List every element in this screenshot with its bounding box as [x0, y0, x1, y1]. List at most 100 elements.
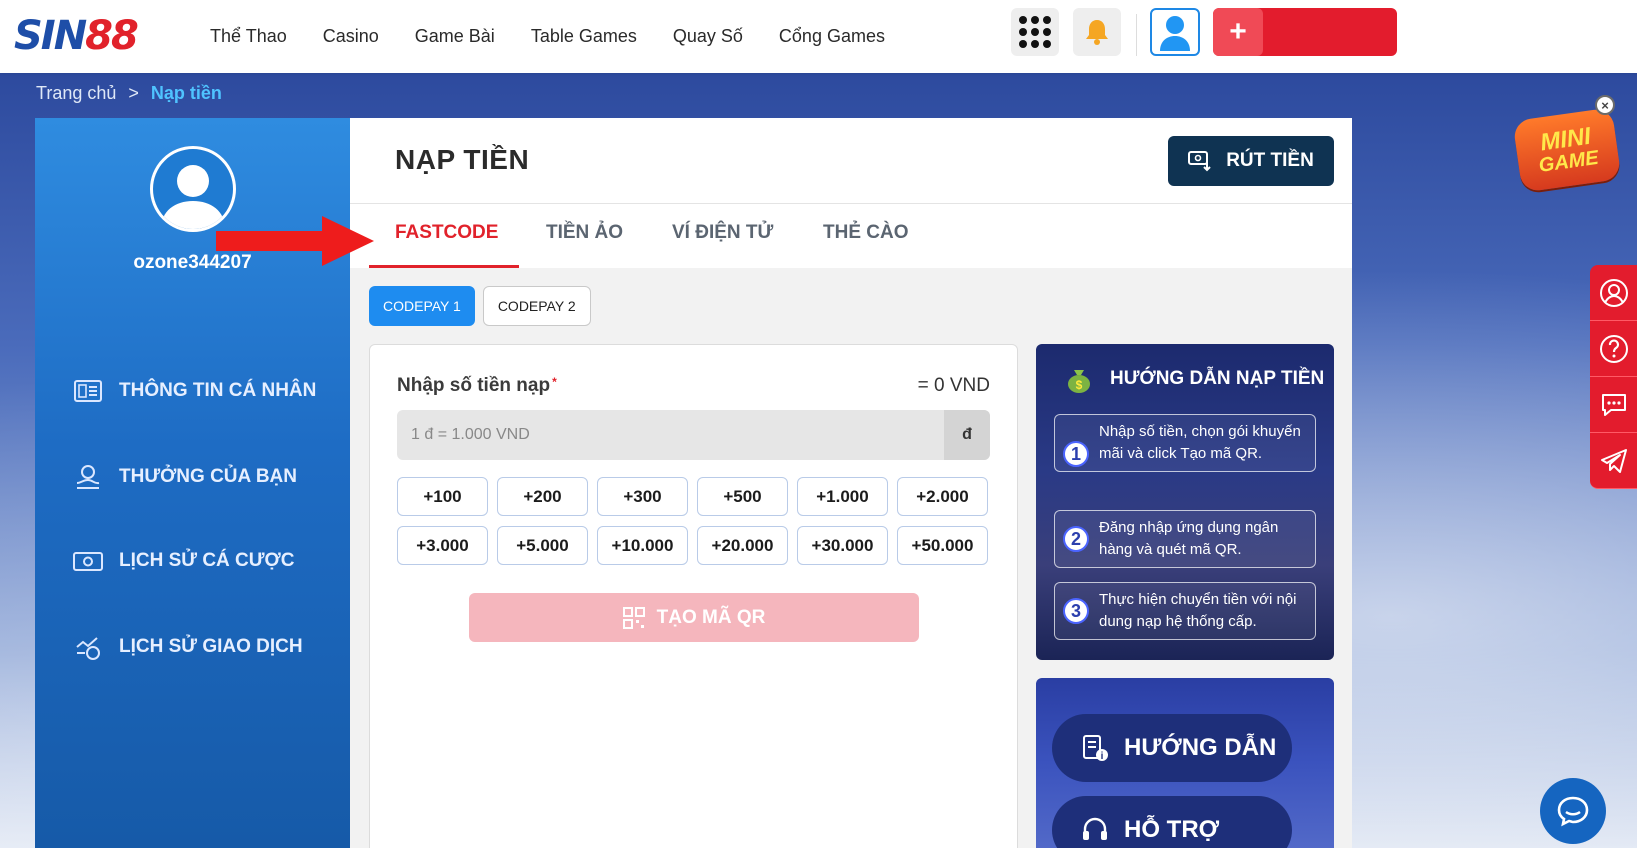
nav-casino[interactable]: Casino: [323, 26, 379, 47]
account-avatar-button[interactable]: [1150, 8, 1200, 56]
withdraw-icon: [1188, 151, 1211, 172]
main-nav: Thể Thao Casino Game Bài Table Games Qua…: [210, 0, 921, 73]
telegram-icon: [1600, 448, 1627, 473]
chat-bubble-icon: [1601, 393, 1626, 416]
side-chat-button[interactable]: [1590, 377, 1637, 433]
step-text: Đăng nhập ứng dụng ngân hàng và quét mã …: [1099, 519, 1279, 558]
deposit-header-button[interactable]: +: [1213, 8, 1397, 56]
page-title: NẠP TIỀN: [395, 144, 530, 175]
lion-logo-icon: [134, 8, 200, 70]
nav-table-games[interactable]: Table Games: [531, 26, 637, 47]
breadcrumb-current: Nạp tiền: [150, 83, 222, 103]
grid-dots-icon: [1019, 16, 1051, 48]
sidebar-item-bet-history[interactable]: LỊCH SỬ CÁ CƯỢC: [73, 546, 294, 576]
side-telegram-button[interactable]: [1590, 433, 1637, 489]
sidebar-item-label: LỊCH SỬ CÁ CƯỢC: [119, 550, 295, 571]
reward-hand-icon: [73, 462, 103, 492]
withdraw-label: RÚT TIỀN: [1226, 150, 1314, 171]
codepay-1-tab[interactable]: CODEPAY 1: [369, 286, 475, 326]
active-tab-underline: [369, 265, 519, 268]
nav-game-bai[interactable]: Game Bài: [415, 26, 495, 47]
withdraw-button[interactable]: RÚT TIỀN: [1168, 136, 1334, 186]
sidebar-item-label: LỊCH SỬ GIAO DỊCH: [119, 636, 303, 657]
amount-chip[interactable]: +1.000: [797, 477, 888, 516]
red-arrow-annotation: [216, 216, 374, 266]
money-bag-icon: $: [1068, 370, 1090, 393]
guide-title: HƯỚNG DẪN NẠP TIỀN: [1110, 368, 1325, 389]
nav-the-thao[interactable]: Thể Thao: [210, 26, 287, 47]
nav-cong-games[interactable]: Cổng Games: [779, 26, 885, 47]
sidebar-item-transaction-history[interactable]: LỊCH SỬ GIAO DỊCH: [73, 632, 303, 662]
amount-chip[interactable]: +300: [597, 477, 688, 516]
svg-text:$: $: [1076, 378, 1083, 392]
sidebar-item-rewards[interactable]: THƯỞNG CỦA BẠN: [73, 462, 297, 492]
notifications-button[interactable]: [1073, 8, 1121, 56]
chat-icon: [1557, 796, 1589, 827]
svg-text:i: i: [1101, 751, 1104, 762]
amount-chip[interactable]: +5.000: [497, 526, 588, 565]
guide-step: 1 Nhập số tiền, chọn gói khuyến mãi và c…: [1054, 414, 1316, 472]
currency-unit: đ: [944, 410, 990, 460]
close-icon[interactable]: ×: [1595, 95, 1615, 115]
logo-text: SIN88: [14, 13, 139, 59]
user-circle-icon: [1599, 278, 1628, 307]
live-chat-button[interactable]: [1540, 778, 1606, 844]
amount-chip[interactable]: +50.000: [897, 526, 988, 565]
deposit-guide-panel: $ HƯỚNG DẪN NẠP TIỀN 1 Nhập số tiền, chọ…: [1036, 344, 1334, 660]
plus-icon: +: [1213, 8, 1263, 56]
side-user-button[interactable]: [1590, 265, 1637, 321]
amount-chip[interactable]: +30.000: [797, 526, 888, 565]
step-number: 3: [1063, 598, 1089, 624]
sidebar-item-personal-info[interactable]: THÔNG TIN CÁ NHÂN: [73, 376, 316, 406]
step-number: 2: [1063, 526, 1089, 552]
amount-chip[interactable]: +20.000: [697, 526, 788, 565]
amount-input[interactable]: [397, 410, 944, 460]
money-bill-icon: [73, 546, 103, 576]
deposit-method-tabs: FASTCODE TIỀN ẢO VÍ ĐIỆN TỬ THẺ CÀO: [350, 204, 1352, 268]
profile-card-icon: [73, 376, 103, 406]
breadcrumb-home[interactable]: Trang chủ: [36, 83, 116, 104]
deposit-form-card: Nhập số tiền nạp* = 0 VND đ +100 +200 +3…: [369, 344, 1018, 848]
floating-side-toolbar: [1590, 265, 1637, 489]
tab-the-cao[interactable]: THẺ CÀO: [823, 222, 909, 244]
codepay-tabs: CODEPAY 1 CODEPAY 2: [369, 286, 599, 326]
deposit-header: NẠP TIỀN RÚT TIỀN: [350, 118, 1352, 204]
tab-fastcode[interactable]: FASTCODE: [395, 222, 498, 244]
step-text: Nhập số tiền, chọn gói khuyến mãi và cli…: [1099, 423, 1301, 462]
amount-chip[interactable]: +100: [397, 477, 488, 516]
amount-chip[interactable]: +3.000: [397, 526, 488, 565]
guide-link-label: HƯỚNG DẪN: [1124, 734, 1277, 761]
amount-chip[interactable]: +2.000: [897, 477, 988, 516]
codepay-2-tab[interactable]: CODEPAY 2: [482, 286, 591, 326]
guide-step: 2 Đăng nhập ứng dụng ngân hàng và quét m…: [1054, 510, 1316, 568]
minigame-badge[interactable]: MINI GAME: [1512, 100, 1622, 200]
amount-input-group: đ: [397, 410, 990, 460]
guide-book-icon: i: [1083, 735, 1108, 762]
deposit-panel: NẠP TIỀN RÚT TIỀN FASTCODE TIỀN ẢO VÍ ĐI…: [350, 118, 1352, 848]
nav-quay-so[interactable]: Quay Số: [673, 26, 743, 47]
amount-chip[interactable]: +500: [697, 477, 788, 516]
question-circle-icon: [1599, 334, 1628, 363]
user-avatar-icon: [1160, 16, 1190, 51]
guide-link-button[interactable]: i HƯỚNG DẪN: [1052, 714, 1292, 782]
amount-conversion: = 0 VND: [917, 375, 990, 396]
sidebar-item-label: THƯỞNG CỦA BẠN: [119, 466, 297, 487]
headset-icon: [1083, 817, 1107, 840]
tab-vi-dien-tu[interactable]: VÍ ĐIỆN TỬ: [672, 222, 773, 244]
tab-tien-ao[interactable]: TIỀN ẢO: [546, 222, 623, 244]
create-qr-label: TẠO MÃ QR: [656, 606, 766, 628]
amount-label: Nhập số tiền nạp *: [397, 375, 557, 396]
quick-amount-chips: +100 +200 +300 +500 +1.000 +2.000 +3.000…: [397, 477, 997, 565]
step-text: Thực hiện chuyển tiền với nội dung nạp h…: [1099, 591, 1297, 630]
header-divider: [1136, 14, 1137, 56]
minigame-logo: MINI GAME: [1512, 107, 1622, 193]
support-link-button[interactable]: HỖ TRỢ: [1052, 796, 1292, 848]
amount-chip[interactable]: +200: [497, 477, 588, 516]
create-qr-button[interactable]: TẠO MÃ QR: [469, 593, 919, 642]
amount-chip[interactable]: +10.000: [597, 526, 688, 565]
guide-step: 3 Thực hiện chuyển tiền với nội dung nạp…: [1054, 582, 1316, 640]
apps-menu-button[interactable]: [1011, 8, 1059, 56]
top-header: SIN88 Thể Thao Casino Game Bài Table Gam…: [0, 0, 1637, 73]
sin88-logo[interactable]: SIN88: [14, 8, 200, 70]
side-help-button[interactable]: [1590, 321, 1637, 377]
